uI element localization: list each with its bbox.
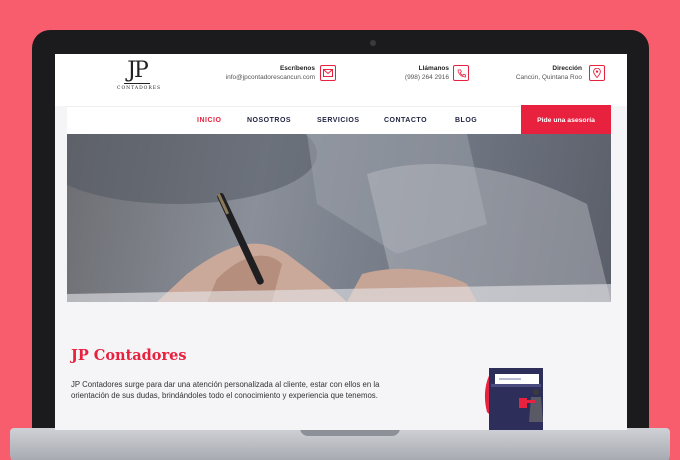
request-consultation-button[interactable]: Pide una asesoría <box>521 105 611 136</box>
top-bar: JP CONTADORES Escríbenos info@jpcontador… <box>55 54 627 106</box>
page-title: JP Contadores <box>71 347 187 364</box>
nav-item-blog[interactable]: BLOG <box>455 117 477 124</box>
address-title: Dirección <box>552 65 582 72</box>
phone-contact: Llámanos (998) 264 2916 <box>405 64 449 82</box>
logo-text: CONTADORES <box>117 86 162 91</box>
accounting-illustration <box>484 368 543 430</box>
nav-item-contacto[interactable]: CONTACTO <box>384 117 427 124</box>
email-value[interactable]: info@jpcontadorescancun.com <box>226 73 315 82</box>
webcam <box>370 40 376 46</box>
website-screen: JP CONTADORES Escríbenos info@jpcontador… <box>55 54 627 430</box>
map-pin-icon[interactable] <box>589 65 605 81</box>
about-section: JP Contadores JP Contadores surge para d… <box>55 302 627 430</box>
address-value: Cancún, Quintana Roo <box>515 74 582 81</box>
logo-mark: JP <box>127 58 149 83</box>
main-nav: INICIO NOSOTROS SERVICIOS CONTACTO BLOG … <box>67 105 611 136</box>
mail-icon[interactable] <box>320 65 336 81</box>
phone-value[interactable]: (998) 264 2916 <box>405 73 449 82</box>
phone-icon[interactable] <box>453 65 469 81</box>
logo-rule <box>124 83 150 84</box>
nav-item-nosotros[interactable]: NOSOTROS <box>247 117 291 124</box>
nav-item-inicio[interactable]: INICIO <box>197 117 221 124</box>
email-contact: Escríbenos info@jpcontadorescancun.com <box>226 64 315 82</box>
phone-title: Llámanos <box>418 65 449 72</box>
address-contact: Dirección Cancún, Quintana Roo <box>516 64 582 82</box>
laptop-base <box>10 428 670 460</box>
intro-paragraph: JP Contadores surge para dar una atenció… <box>71 380 380 401</box>
hero-image <box>67 134 611 302</box>
logo[interactable]: JP CONTADORES <box>117 58 162 100</box>
email-title: Escríbenos <box>279 65 315 72</box>
nav-item-servicios[interactable]: SERVICIOS <box>317 117 360 124</box>
